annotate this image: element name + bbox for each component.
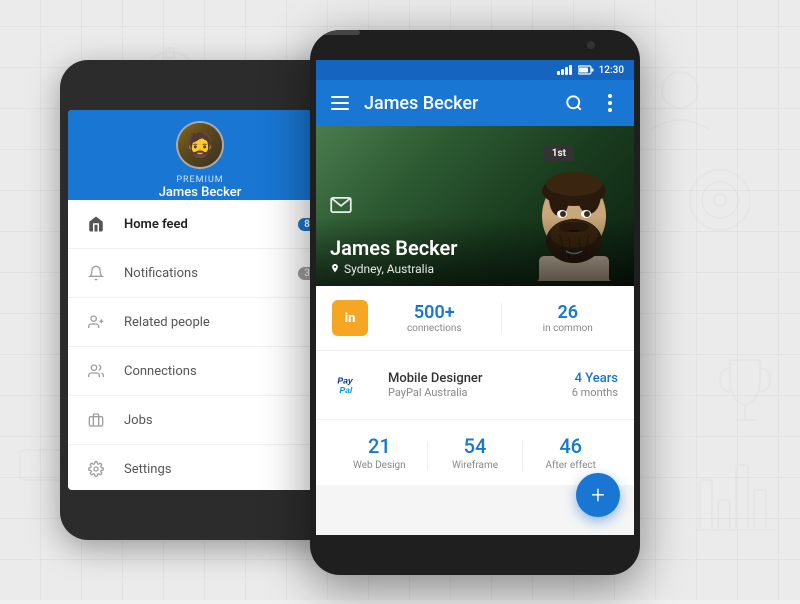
profile-name-area: James Becker Sydney, Australia [316,216,634,286]
back-phone: 🧔 PREMIUM James Becker Home feed 8 [60,60,340,540]
stats-card: in 500+ connections 26 in common [316,286,634,351]
app-bar-title: James Becker [364,93,550,114]
job-months: 6 months [572,386,618,399]
skill-web-design-label: Web Design [353,460,406,471]
avatar: 🧔 [176,121,224,169]
paypal-icon: Pay Pal [334,365,374,405]
nav-item-connections[interactable]: Connections [68,347,332,396]
paypal-logo: Pay Pal [332,363,376,407]
nav-label-settings: Settings [124,462,316,477]
nav-item-notifications[interactable]: Notifications 3 [68,249,332,298]
svg-text:Pay: Pay [337,376,354,386]
front-phone-screen: 12:30 James Becker [316,60,634,535]
fab-plus-icon: + [591,483,605,507]
stats-divider [501,303,502,333]
skill-wireframe-count: 54 [464,434,487,458]
nav-label-home-feed: Home feed [124,217,298,232]
skill-web-design-count: 21 [368,434,391,458]
common-stat: 26 in common [518,302,619,334]
job-company: PayPal Australia [388,386,560,399]
nav-label-related-people: Related people [124,315,316,330]
connections-stat: 500+ connections [384,302,485,334]
nav-label-notifications: Notifications [124,266,298,281]
connections-count: 500+ [414,302,455,323]
skill-web-design: 21 Web Design [332,434,427,471]
signal-icon [557,65,572,75]
nav-item-related-people[interactable]: Related people [68,298,332,347]
status-bar: 12:30 [316,60,634,80]
status-time: 12:30 [599,65,624,76]
skill-after-effect-count: 46 [559,434,582,458]
job-info: Mobile Designer PayPal Australia [388,371,560,399]
more-button[interactable] [598,91,622,115]
settings-icon [84,457,108,481]
linkedin-logo-text: in [345,311,356,326]
status-icons: 12:30 [557,65,624,76]
skill-wireframe-label: Wireframe [452,460,498,471]
linkedin-badge: in [332,300,368,336]
profile-location: Sydney, Australia [330,262,620,276]
location-pin-icon [330,263,340,275]
back-phone-header: 🧔 PREMIUM James Becker [68,110,332,200]
nav-item-settings[interactable]: Settings [68,445,332,490]
location-text: Sydney, Australia [344,262,434,276]
related-people-icon [84,310,108,334]
jobs-icon [84,408,108,432]
battery-icon [578,65,594,75]
nav-label-jobs: Jobs [124,413,316,428]
skill-wireframe: 54 Wireframe [428,434,523,471]
nav-item-home-feed[interactable]: Home feed 8 [68,200,332,249]
app-bar: James Becker [316,80,634,126]
mail-icon[interactable] [330,194,352,218]
home-feed-icon [84,212,108,236]
skill-after-effect-label: After effect [545,460,595,471]
job-duration: 4 Years 6 months [572,371,618,399]
connections-icon [84,359,108,383]
back-phone-nav: Home feed 8 Notifications 3 [68,200,332,490]
fab-add-button[interactable]: + [576,473,620,517]
search-button[interactable] [562,91,586,115]
nav-label-connections: Connections [124,364,316,379]
front-phone: 12:30 James Becker [310,30,640,575]
back-phone-user-name: James Becker [159,185,242,200]
skill-after-effect: 46 After effect [523,434,618,471]
job-years: 4 Years [572,371,618,386]
hamburger-icon [331,96,349,110]
nav-item-jobs[interactable]: Jobs [68,396,332,445]
profile-hero: 1st James Becker Sydney, Australia [316,126,634,286]
premium-label: PREMIUM [176,175,223,185]
common-label: in common [543,323,593,334]
menu-icon[interactable] [328,91,352,115]
job-card: Pay Pal Mobile Designer PayPal Australia… [316,351,634,420]
back-phone-screen: 🧔 PREMIUM James Becker Home feed 8 [68,110,332,490]
connection-degree-badge: 1st [544,146,574,161]
phone-camera [587,41,595,49]
avatar-image: 🧔 [178,123,222,167]
common-count: 26 [557,302,578,323]
notifications-icon [84,261,108,285]
job-title: Mobile Designer [388,371,560,386]
profile-name: James Becker [330,236,620,260]
connections-label: connections [407,323,462,334]
svg-text:Pal: Pal [339,385,353,395]
